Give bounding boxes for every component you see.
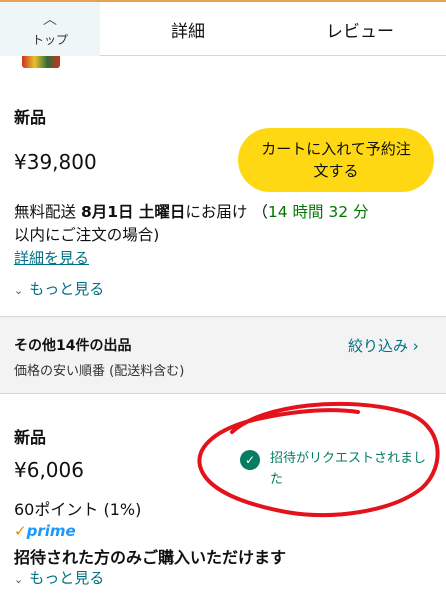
prime-label: prime (26, 522, 76, 540)
add-to-cart-label: カートに入れて予約注文する (261, 140, 411, 180)
invite-status: ✓ 招待がリクエストされました (240, 448, 430, 490)
delivery-suffix: 以内にご注文の場合) (14, 226, 160, 244)
tab-reviews[interactable]: レビュー (290, 2, 430, 56)
invite-status-text: 招待がリクエストされました (270, 451, 427, 487)
invited-only-notice: 招待された方のみご購入いただけます (14, 548, 287, 567)
check-icon: ✓ (14, 522, 27, 540)
tab-details[interactable]: 詳細 (118, 2, 258, 56)
chevron-down-icon: ⌄ (14, 573, 24, 586)
prime-badge: ✓prime (14, 522, 76, 540)
tab-bar: ︿ トップ 詳細 レビュー (0, 0, 446, 56)
see-more-label-2: もっと見る (29, 569, 105, 587)
add-to-cart-button[interactable]: カートに入れて予約注文する (238, 128, 434, 192)
see-more-link[interactable]: ⌄ もっと見る (14, 278, 104, 299)
offer-price: ¥39,800 (14, 150, 97, 174)
check-circle-icon: ✓ (240, 450, 260, 470)
chevron-down-icon: ⌄ (14, 284, 24, 297)
second-offer-points: 60ポイント (1%) (14, 500, 142, 519)
delivery-mid: にお届け （ (185, 203, 268, 221)
tab-top[interactable]: ︿ トップ (0, 2, 100, 56)
other-sellers-sort: 価格の安い順番 (配送料含む) (14, 364, 185, 379)
details-link[interactable]: 詳細を見る (14, 247, 89, 268)
other-sellers-title: その他14件の出品 (14, 338, 132, 354)
offer-condition: 新品 (14, 108, 47, 127)
see-more-link-2[interactable]: ⌄ もっと見る (14, 567, 104, 588)
second-offer-condition: 新品 (14, 428, 47, 447)
see-more-label: もっと見る (29, 280, 105, 298)
filter-label: 絞り込み (348, 337, 409, 355)
filter-link[interactable]: 絞り込み › (348, 335, 419, 356)
chevron-right-icon: › (408, 337, 419, 355)
delivery-info: 無料配送 8月1日 土曜日にお届け （14 時間 32 分以内にご注文の場合) (14, 201, 438, 247)
delivery-countdown: 14 時間 32 分 (267, 203, 369, 221)
delivery-prefix: 無料配送 (14, 203, 81, 221)
chevron-up-icon: ︿ (43, 11, 57, 28)
second-offer-price: ¥6,006 (14, 458, 84, 482)
product-thumbnail (22, 56, 60, 68)
delivery-date: 8月1日 土曜日 (80, 203, 186, 221)
tab-top-label: トップ (31, 32, 68, 47)
other-sellers-section: その他14件の出品 価格の安い順番 (配送料含む) 絞り込み › (0, 316, 446, 394)
